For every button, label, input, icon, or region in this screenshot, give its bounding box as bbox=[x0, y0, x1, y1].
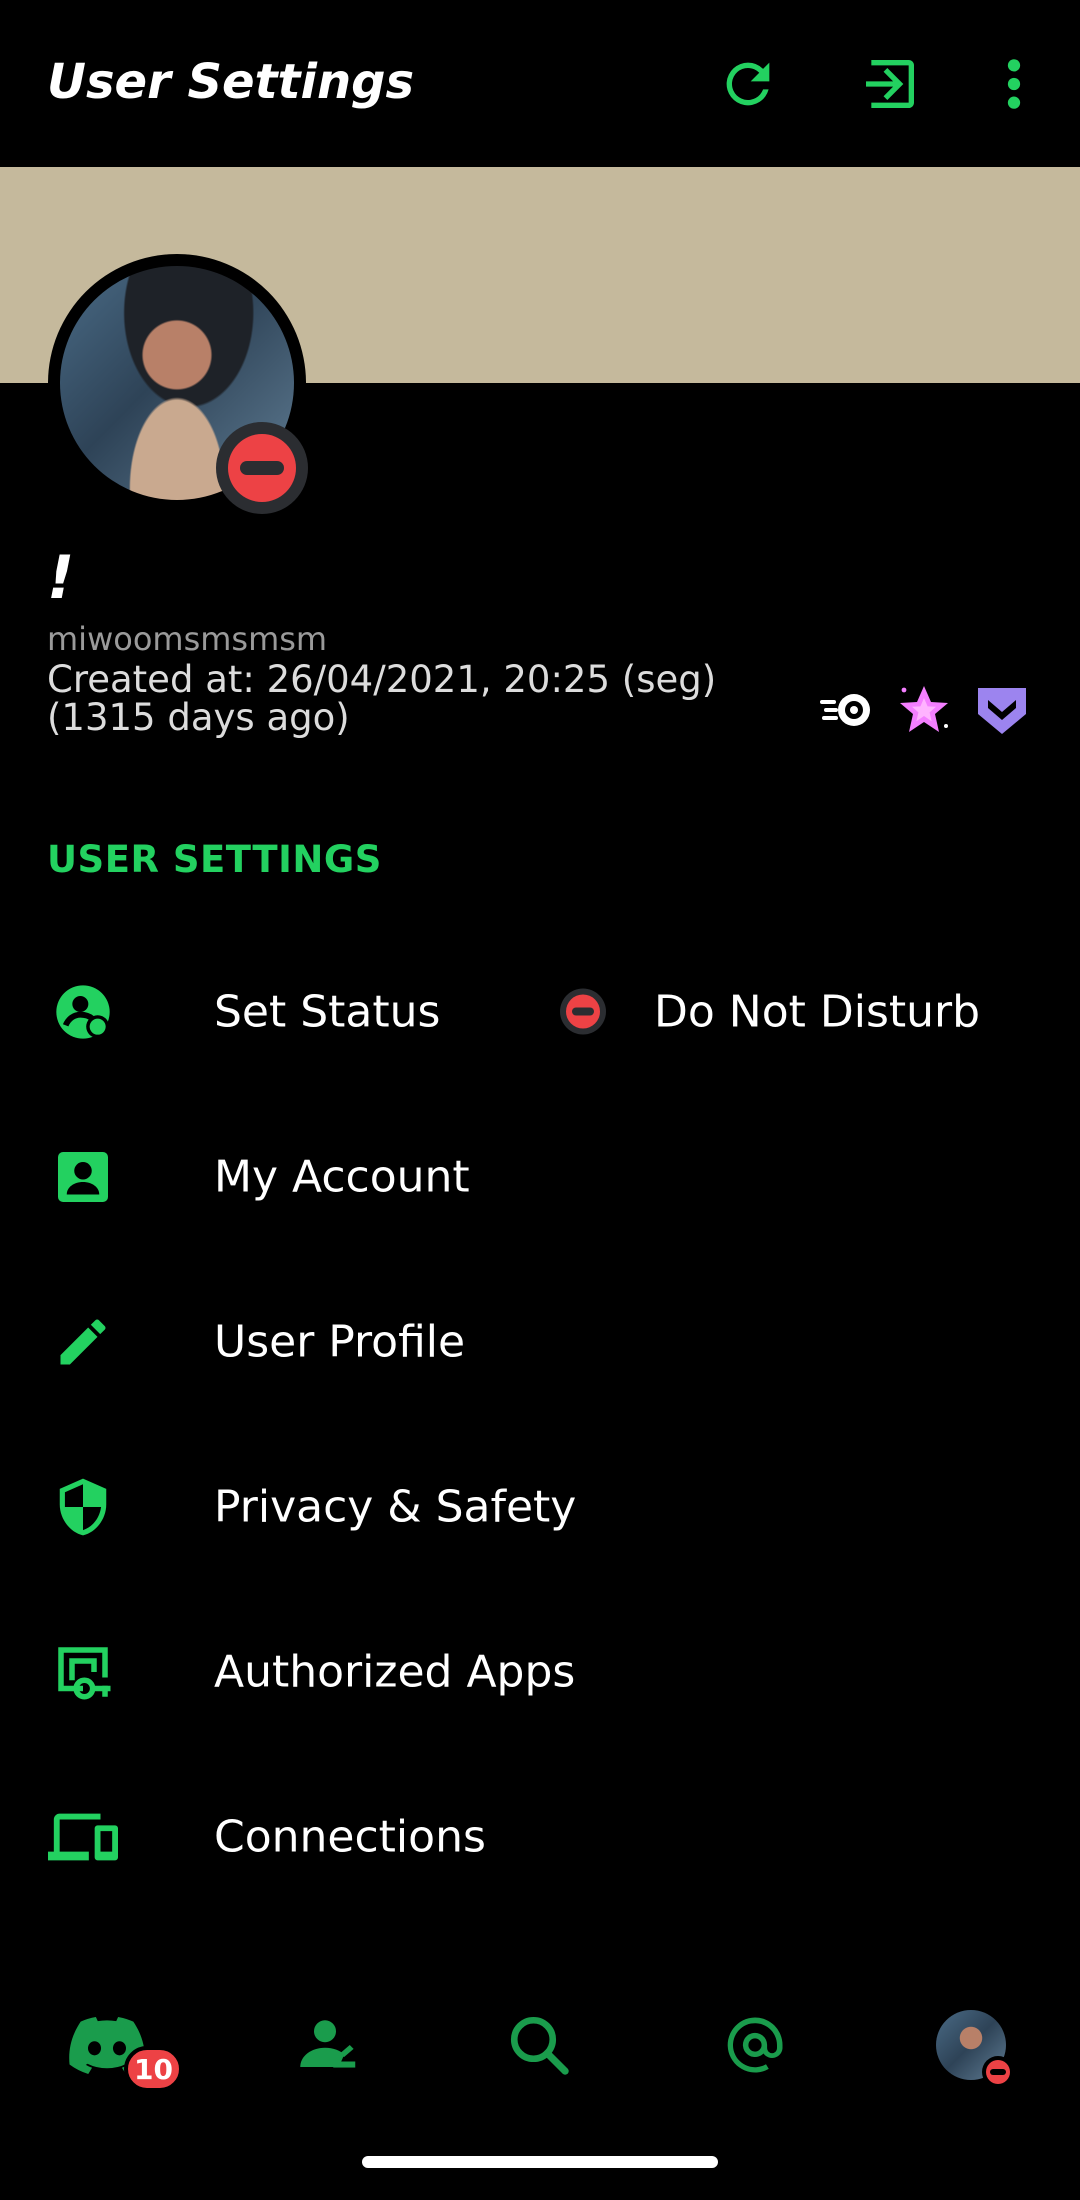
menu-item-connections[interactable]: Connections bbox=[0, 1754, 1080, 1919]
display-name: ! bbox=[47, 543, 75, 613]
menu-item-user-profile[interactable]: User Profile bbox=[0, 1259, 1080, 1424]
page-title: User Settings bbox=[47, 54, 415, 110]
menu-label-set-status: Set Status bbox=[214, 986, 441, 1037]
profile-avatar-container[interactable] bbox=[48, 254, 308, 514]
devices-icon bbox=[48, 1802, 118, 1872]
menu-item-my-account[interactable]: My Account bbox=[0, 1094, 1080, 1259]
menu-label-connections: Connections bbox=[214, 1811, 486, 1862]
dnd-icon bbox=[560, 988, 606, 1035]
authorized-apps-icon bbox=[48, 1637, 118, 1707]
shield-icon bbox=[48, 1472, 118, 1542]
account-icon bbox=[48, 1142, 118, 1212]
menu-label-my-account: My Account bbox=[214, 1151, 470, 1202]
menu-item-authorized-apps[interactable]: Authorized Apps bbox=[0, 1589, 1080, 1754]
refresh-button[interactable] bbox=[712, 48, 784, 120]
nav-mentions[interactable] bbox=[710, 1990, 800, 2100]
section-title: USER SETTINGS bbox=[47, 838, 382, 881]
speed-badge-icon[interactable] bbox=[818, 682, 874, 738]
search-icon bbox=[510, 2016, 569, 2075]
status-icon bbox=[48, 977, 118, 1047]
nav-home[interactable]: 10 bbox=[62, 1990, 183, 2100]
username: miwoomsmsmsm bbox=[47, 620, 328, 658]
nav-search[interactable] bbox=[494, 1990, 584, 2100]
current-status: Do Not Disturb bbox=[560, 986, 980, 1037]
friends-icon bbox=[300, 2020, 356, 2068]
refresh-icon bbox=[726, 62, 770, 106]
more-vert-icon bbox=[1007, 59, 1021, 109]
menu-label-user-profile: User Profile bbox=[214, 1316, 466, 1367]
more-options-button[interactable] bbox=[978, 48, 1050, 120]
menu-label-authorized-apps: Authorized Apps bbox=[214, 1646, 576, 1697]
nav-friends[interactable] bbox=[280, 1990, 370, 2100]
profile-avatar bbox=[936, 2010, 1014, 2088]
menu-label-privacy-safety: Privacy & Safety bbox=[214, 1481, 577, 1532]
nitro-star-badge-icon[interactable] bbox=[896, 682, 952, 738]
created-date: Created at: 26/04/2021, 20:25 (seg) (131… bbox=[47, 658, 717, 739]
profile-badges bbox=[818, 682, 1030, 738]
menu-item-set-status[interactable]: Set Status Do Not Disturb bbox=[0, 929, 1080, 1094]
dnd-icon bbox=[228, 434, 296, 502]
dnd-status-indicator bbox=[216, 422, 308, 514]
notification-badge: 10 bbox=[124, 2046, 183, 2092]
logout-button[interactable] bbox=[854, 48, 926, 120]
app-bar: User Settings bbox=[0, 0, 1080, 167]
home-indicator[interactable] bbox=[362, 2156, 718, 2168]
dnd-status-indicator bbox=[982, 2056, 1014, 2088]
nav-profile[interactable] bbox=[926, 1990, 1016, 2100]
bottom-navigation: 10 bbox=[0, 1990, 1080, 2100]
current-status-label: Do Not Disturb bbox=[654, 986, 981, 1037]
hypesquad-badge-icon[interactable] bbox=[974, 682, 1030, 738]
logout-icon bbox=[866, 60, 914, 108]
pencil-icon bbox=[48, 1307, 118, 1377]
menu-item-privacy-safety[interactable]: Privacy & Safety bbox=[0, 1424, 1080, 1589]
mentions-icon bbox=[727, 2017, 783, 2073]
